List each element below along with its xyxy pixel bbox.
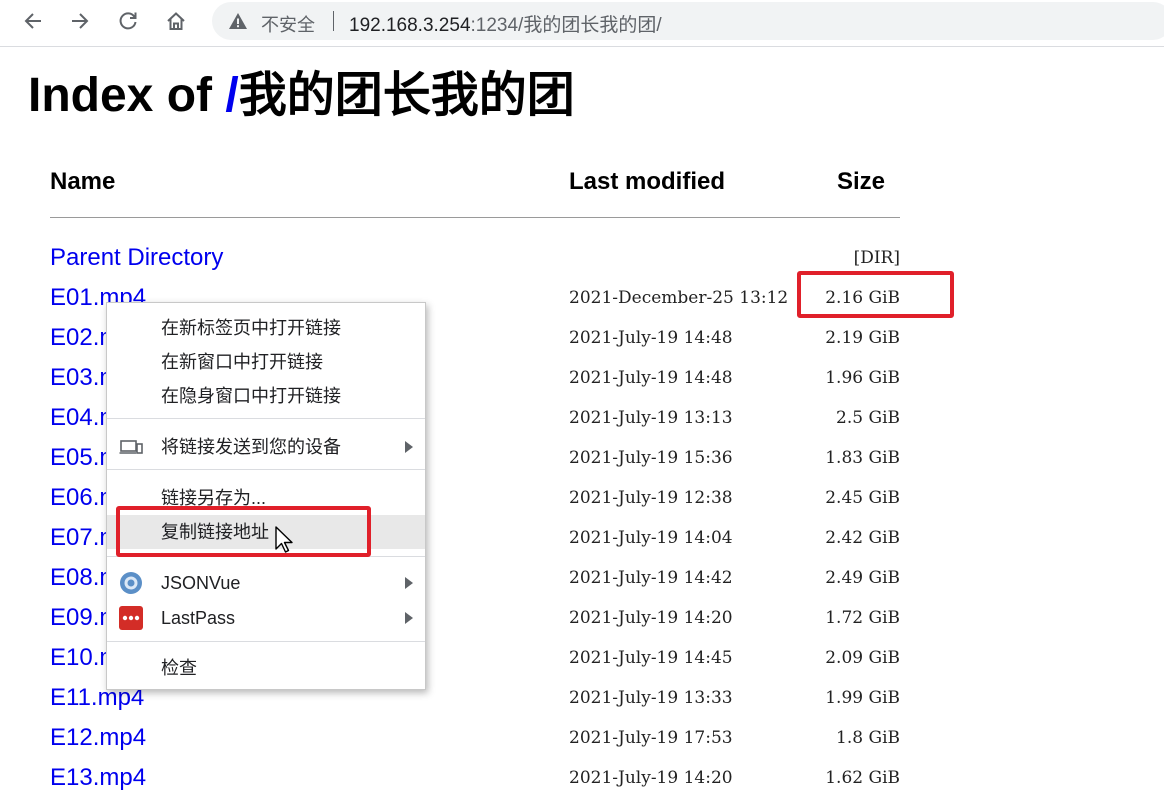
file-size: 2.19 GiB: [825, 328, 900, 348]
name-column-header[interactable]: Name: [50, 168, 115, 196]
modified-column-header[interactable]: Last modified: [569, 168, 725, 196]
arrow-right-icon: [72, 13, 89, 29]
menu-item-jsonvue[interactable]: JSONVue: [107, 566, 425, 600]
warning-icon[interactable]: [228, 11, 248, 31]
file-size: 1.8 GiB: [836, 728, 900, 748]
table-row: E12.mp4 2021-July-19 17:53 1.8 GiB: [0, 721, 1164, 761]
file-link[interactable]: E13.mp4: [50, 761, 146, 795]
reload-icon: [119, 12, 137, 30]
menu-item-label: 在隐身窗口中打开链接: [161, 386, 341, 406]
menu-separator: [107, 469, 425, 470]
file-size: 1.62 GiB: [825, 768, 900, 788]
parent-directory-link[interactable]: Parent Directory: [50, 241, 223, 275]
file-date: 2021-July-19 13:13: [569, 408, 733, 428]
home-icon: [167, 12, 185, 30]
file-link[interactable]: E12.mp4: [50, 721, 146, 755]
file-date: 2021-July-19 14:45: [569, 648, 733, 668]
file-date: 2021-July-19 14:04: [569, 528, 733, 548]
submenu-arrow-icon: [405, 577, 413, 589]
jsonvue-icon: [120, 572, 142, 594]
menu-item-label: 将链接发送到您的设备: [161, 437, 341, 457]
menu-item-open-incognito[interactable]: 在隐身窗口中打开链接: [107, 379, 425, 413]
forward-button[interactable]: [63, 4, 97, 38]
omnibox-divider: [333, 11, 334, 31]
file-date: 2021-July-19 14:48: [569, 368, 733, 388]
menu-separator: [107, 641, 425, 642]
file-date: 2021-July-19 12:38: [569, 488, 733, 508]
file-size: 2.42 GiB: [825, 528, 900, 548]
insecure-label[interactable]: 不安全: [261, 11, 315, 37]
file-date: 2021-July-19 14:20: [569, 608, 733, 628]
file-date: 2021-July-19 15:36: [569, 448, 733, 468]
file-date: 2021-July-19 14:48: [569, 328, 733, 348]
context-menu: 在新标签页中打开链接 在新窗口中打开链接 在隐身窗口中打开链接 将链接发送到您的…: [106, 302, 426, 690]
file-date: 2021-July-19 14:20: [569, 768, 733, 788]
menu-item-open-new-tab[interactable]: 在新标签页中打开链接: [107, 311, 425, 345]
file-size: 1.96 GiB: [825, 368, 900, 388]
menu-item-inspect[interactable]: 检查: [107, 651, 425, 685]
parent-directory-row: Parent Directory [DIR]: [0, 241, 1164, 281]
menu-item-open-new-window[interactable]: 在新窗口中打开链接: [107, 345, 425, 379]
file-size: 2.45 GiB: [825, 488, 900, 508]
file-size: 1.99 GiB: [825, 688, 900, 708]
menu-item-label: 检查: [161, 658, 197, 678]
menu-item-label: LastPass: [161, 608, 236, 628]
file-size: 2.09 GiB: [825, 648, 900, 668]
browser-toolbar: 不安全 192.168.3.254:1234/我的团长我的团/: [0, 0, 1164, 47]
file-date: 2021-July-19 17:53: [569, 728, 733, 748]
reload-button[interactable]: [111, 4, 145, 38]
menu-item-lastpass[interactable]: LastPass: [107, 601, 425, 635]
menu-item-send-to-devices[interactable]: 将链接发送到您的设备: [107, 430, 425, 464]
mouse-cursor-icon: [275, 526, 293, 553]
title-root-link[interactable]: /: [225, 69, 238, 122]
menu-item-label: 在新标签页中打开链接: [161, 318, 341, 338]
menu-highlight-box: [116, 506, 371, 557]
file-size: 1.83 GiB: [825, 448, 900, 468]
table-row: E13.mp4 2021-July-19 14:20 1.62 GiB: [0, 761, 1164, 801]
submenu-arrow-icon: [405, 441, 413, 453]
home-button[interactable]: [159, 4, 193, 38]
size-column-header[interactable]: Size: [837, 168, 885, 196]
submenu-arrow-icon: [405, 612, 413, 624]
title-prefix: Index of: [28, 69, 226, 122]
menu-separator: [107, 418, 425, 419]
file-date: 2021-July-19 14:42: [569, 568, 733, 588]
url-host: 192.168.3.254: [349, 15, 471, 36]
file-date: 2021-July-19 13:33: [569, 688, 733, 708]
lastpass-icon: [119, 606, 143, 630]
address-bar[interactable]: 不安全 192.168.3.254:1234/我的团长我的团/: [212, 2, 1164, 40]
menu-item-label: JSONVue: [161, 573, 241, 593]
file-size: 1.72 GiB: [825, 608, 900, 628]
page-title: Index of /我的团长我的团: [28, 66, 575, 126]
file-size: 2.49 GiB: [825, 568, 900, 588]
file-date: 2021-December-25 13:12: [569, 288, 789, 308]
header-divider: [50, 217, 900, 218]
arrow-left-icon: [24, 13, 41, 29]
url-path: :1234/我的团长我的团/: [470, 15, 662, 36]
menu-item-label: 在新窗口中打开链接: [161, 352, 323, 372]
title-directory: 我的团长我的团: [238, 69, 575, 122]
size-highlight-box: [797, 271, 954, 318]
devices-icon: [119, 440, 143, 454]
url-text[interactable]: 192.168.3.254:1234/我的团长我的团/: [349, 10, 662, 37]
parent-directory-size: [DIR]: [853, 248, 900, 268]
file-size: 2.5 GiB: [836, 408, 900, 428]
back-button[interactable]: [16, 4, 50, 38]
